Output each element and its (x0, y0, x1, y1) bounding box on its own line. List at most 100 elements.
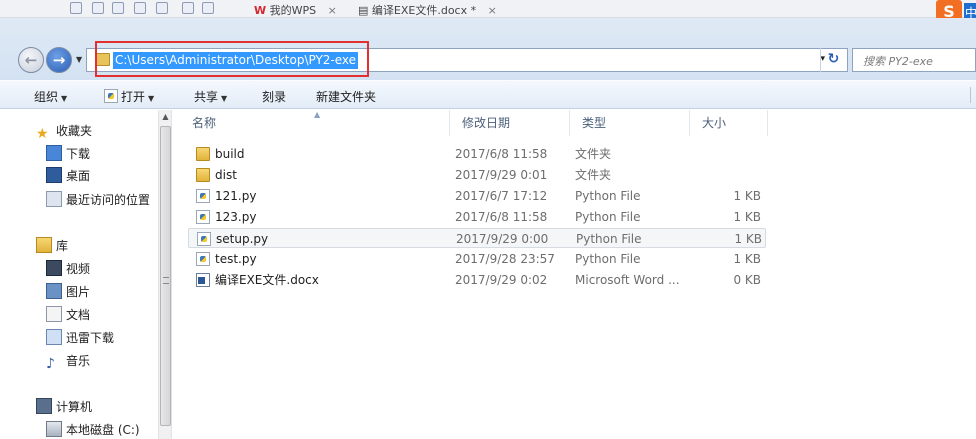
file-size: 0 KB (733, 273, 761, 287)
thunder-download-icon (46, 329, 62, 345)
sidebar-item-favorites[interactable]: ★ 收藏夹 (36, 121, 93, 142)
file-size: 1 KB (733, 252, 761, 266)
file-row[interactable]: test.py 2017/9/28 23:57 Python File 1 KB (188, 249, 766, 269)
file-row[interactable]: dist 2017/9/29 0:01 文件夹 (188, 165, 766, 185)
close-icon[interactable]: × (488, 4, 497, 17)
file-list: 名称 ▲ 修改日期 类型 大小 build 2017/6/8 11:58 文件夹… (172, 110, 976, 439)
sidebar-item-downloads[interactable]: 下载 (46, 144, 90, 164)
file-name-cell: setup.py (197, 229, 447, 249)
sidebar-item-music[interactable]: ♪ 音乐 (46, 351, 91, 372)
file-size: 1 KB (734, 232, 762, 246)
recent-pages-dropdown[interactable]: ▼ (76, 55, 82, 64)
column-label: 大小 (702, 116, 727, 130)
burn-label: 刻录 (262, 90, 287, 104)
column-header-type[interactable]: 类型 (570, 110, 690, 136)
file-name-cell: 编译EXE文件.docx (196, 270, 446, 290)
file-size (693, 144, 761, 164)
share-button[interactable]: 共享 ▼ (194, 88, 227, 105)
word-document-icon (196, 273, 210, 287)
document-icon (46, 306, 62, 322)
sidebar-item-computer[interactable]: 计算机 (36, 397, 92, 417)
sidebar-item-label: 本地磁盘 (C:) (66, 423, 140, 437)
sidebar-item-videos[interactable]: 视频 (46, 259, 90, 279)
print-icon[interactable] (134, 2, 146, 14)
sidebar-item-label: 桌面 (66, 169, 91, 183)
sidebar-item-thunder[interactable]: 迅雷下载 (46, 328, 114, 348)
sidebar-item-desktop[interactable]: 桌面 (46, 166, 90, 186)
new-folder-button[interactable]: 新建文件夹 (316, 88, 376, 105)
file-row[interactable]: 121.py 2017/6/7 17:12 Python File 1 KB (188, 186, 766, 206)
file-row-selected[interactable]: setup.py 2017/9/29 0:00 Python File 1 KB (188, 228, 766, 248)
tab-my-wps[interactable]: W 我的WPS × (254, 2, 337, 17)
file-name: build (215, 147, 245, 161)
sidebar-item-label: 收藏夹 (56, 124, 93, 138)
wps-logo-icon: W (254, 4, 267, 17)
file-date: 2017/9/29 0:01 (455, 168, 548, 182)
column-header-date[interactable]: 修改日期 (450, 110, 570, 136)
python-file-icon (196, 252, 210, 266)
drive-icon (46, 421, 62, 437)
organize-button[interactable]: 组织 ▼ (34, 88, 67, 105)
document-icon: ▤ (358, 4, 369, 17)
sidebar-item-label: 视频 (66, 262, 91, 276)
file-type: Python File (575, 252, 641, 266)
download-folder-icon (46, 145, 62, 161)
burn-button[interactable]: 刻录 (262, 88, 286, 105)
sidebar-item-label: 图片 (66, 285, 91, 299)
file-name: setup.py (216, 232, 269, 246)
file-row[interactable]: 编译EXE文件.docx 2017/9/29 0:02 Microsoft Wo… (188, 270, 766, 290)
redo-icon[interactable] (202, 2, 214, 14)
python-file-icon (197, 232, 211, 246)
forward-button[interactable]: → (46, 47, 72, 73)
computer-icon (36, 398, 52, 414)
sidebar-item-label: 迅雷下载 (66, 331, 115, 345)
sidebar-item-documents[interactable]: 文档 (46, 305, 90, 325)
view-options-handle[interactable] (970, 87, 976, 103)
preview-icon[interactable] (156, 2, 168, 14)
folder-icon (196, 147, 210, 161)
annotation-highlight-box (95, 41, 369, 77)
desktop-icon (46, 167, 62, 183)
refresh-button[interactable]: ↻ (820, 48, 846, 72)
undo-icon[interactable] (182, 2, 194, 14)
navigation-scrollbar[interactable]: ▲ (158, 110, 171, 439)
search-input[interactable]: 搜索 PY2-exe (852, 48, 976, 72)
open-button[interactable]: 打开 ▼ (104, 88, 154, 105)
save-icon[interactable] (92, 2, 104, 14)
back-button[interactable]: ← (18, 47, 44, 73)
sidebar-item-label: 计算机 (56, 400, 93, 414)
file-name: dist (215, 168, 237, 182)
file-name-cell: 121.py (196, 186, 446, 206)
library-icon (36, 237, 52, 253)
column-header-size[interactable]: 大小 (690, 110, 768, 136)
quick-access-icon[interactable] (70, 2, 82, 14)
file-name: 123.py (215, 210, 257, 224)
sidebar-item-pictures[interactable]: 图片 (46, 282, 90, 302)
tab-doc[interactable]: ▤ 编译EXE文件.docx * × (358, 2, 497, 17)
file-type: Python File (576, 232, 642, 246)
file-row[interactable]: build 2017/6/8 11:58 文件夹 (188, 144, 766, 164)
file-row[interactable]: 123.py 2017/6/8 11:58 Python File 1 KB (188, 207, 766, 227)
close-icon[interactable]: × (328, 4, 337, 17)
navigation-pane: ★ 收藏夹 下载 桌面 最近访问的位置 库 视频 图片 文档 迅雷下载 ♪ 音乐 计… (0, 110, 172, 439)
file-type: Python File (575, 210, 641, 224)
file-size: 1 KB (733, 189, 761, 203)
file-name-cell: 123.py (196, 207, 446, 227)
copy-icon[interactable] (112, 2, 124, 14)
file-name: test.py (215, 252, 257, 266)
sidebar-item-label: 文档 (66, 308, 91, 322)
scroll-up-icon[interactable]: ▲ (159, 112, 171, 124)
scrollbar-thumb[interactable] (160, 126, 171, 426)
file-name: 121.py (215, 189, 257, 203)
sidebar-item-label: 音乐 (66, 354, 91, 368)
sidebar-item-drive-c[interactable]: 本地磁盘 (C:) (46, 420, 140, 439)
python-file-icon (196, 189, 210, 203)
column-label: 类型 (582, 116, 607, 130)
sidebar-item-libraries[interactable]: 库 (36, 236, 68, 256)
command-bar: 组织 ▼ 打开 ▼ 共享 ▼ 刻录 新建文件夹 (0, 80, 976, 109)
file-date: 2017/9/28 23:57 (455, 252, 555, 266)
sidebar-item-recent[interactable]: 最近访问的位置 (46, 190, 150, 210)
chevron-down-icon: ▼ (221, 94, 228, 103)
chevron-down-icon: ▼ (148, 94, 155, 103)
file-type: Python File (575, 189, 641, 203)
